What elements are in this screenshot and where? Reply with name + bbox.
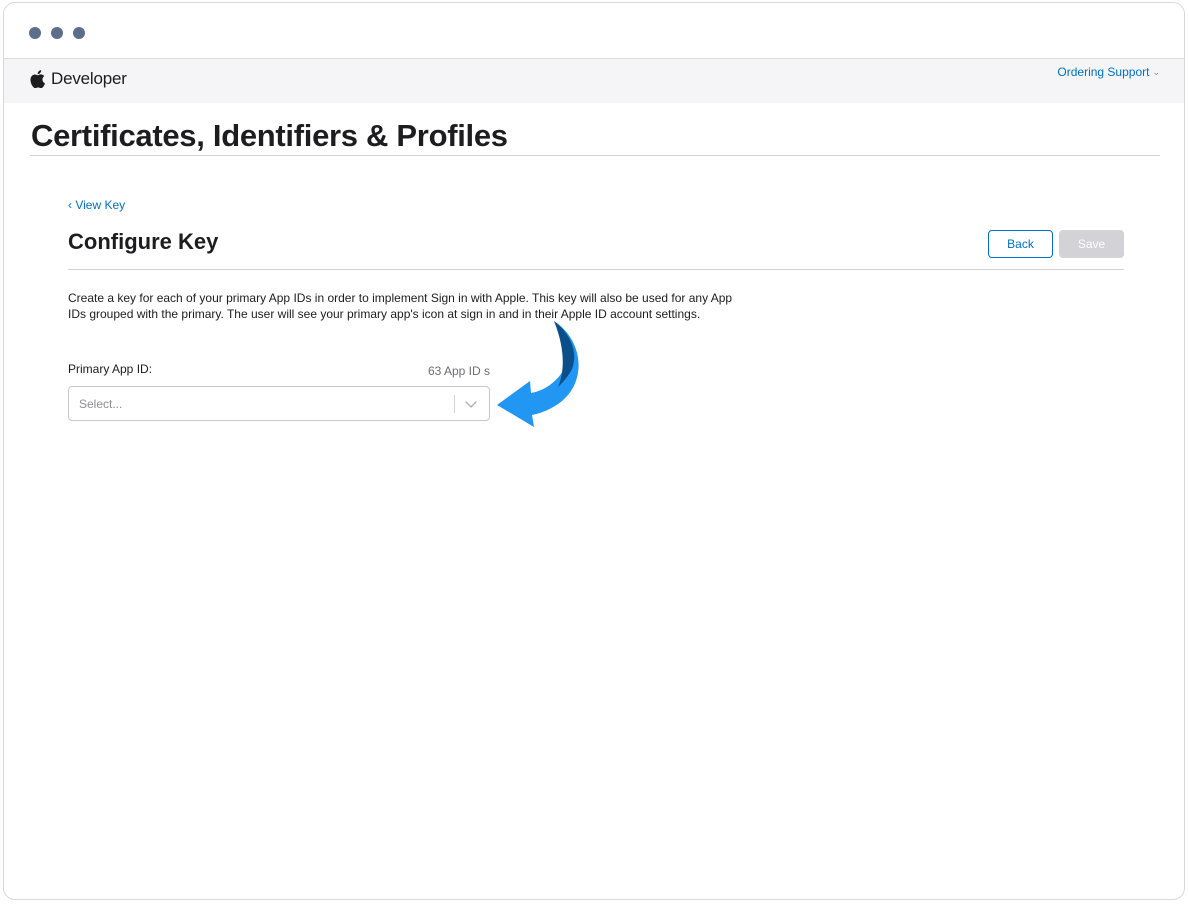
close-dot[interactable]	[29, 27, 41, 39]
curved-arrow-icon	[497, 321, 579, 427]
chevron-down-icon[interactable]	[461, 394, 481, 414]
select-separator	[454, 395, 455, 413]
zoom-dot[interactable]	[73, 27, 85, 39]
view-key-backlink[interactable]: ‹ View Key	[68, 198, 125, 212]
apple-logo-icon	[30, 70, 45, 88]
minimize-dot[interactable]	[51, 27, 63, 39]
window-titlebar	[4, 3, 1184, 59]
brand-text: Developer	[51, 69, 127, 88]
ordering-support-menu[interactable]: Ordering Support ⌄	[1057, 65, 1160, 79]
description-text: Create a key for each of your primary Ap…	[68, 291, 733, 321]
global-nav: Developer Ordering Support ⌄	[4, 59, 1184, 103]
chevron-down-icon: ⌄	[1152, 66, 1160, 77]
page-title: Certificates, Identifiers & Profiles	[31, 118, 508, 153]
app-id-count: 63 App ID s	[427, 364, 490, 378]
select-placeholder: Select...	[79, 397, 123, 411]
section-divider	[68, 269, 1124, 270]
ordering-support-label: Ordering Support	[1057, 65, 1150, 79]
primary-app-id-label: Primary App ID:	[68, 362, 153, 376]
developer-brand[interactable]: Developer	[30, 67, 127, 91]
primary-app-id-select[interactable]: Select...	[68, 386, 490, 421]
section-title: Configure Key	[68, 229, 219, 254]
save-button[interactable]: Save	[1059, 230, 1124, 258]
browser-window: Developer Ordering Support ⌄ Certificate…	[3, 2, 1185, 900]
back-button[interactable]: Back	[988, 230, 1053, 258]
title-divider	[30, 155, 1160, 156]
